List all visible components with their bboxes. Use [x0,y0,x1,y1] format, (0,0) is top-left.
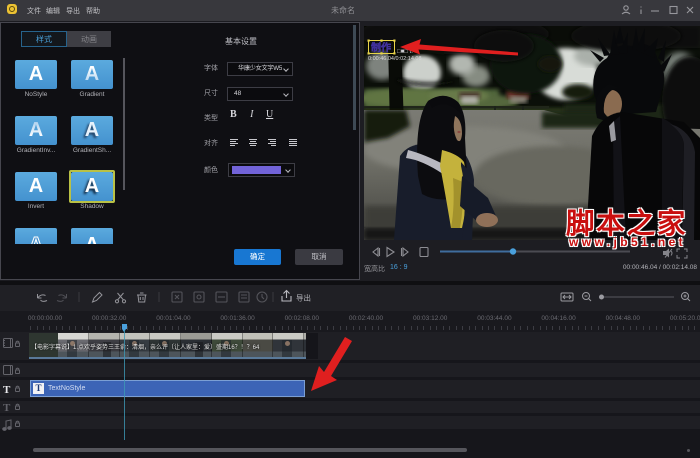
svg-text:T: T [3,402,11,414]
svg-text:0:00:46.04/0:02:14.08: 0:00:46.04/0:02:14.08 [368,56,422,62]
svg-text:制作: 制作 [371,41,391,54]
svg-text:T: T [3,384,11,396]
svg-text:导出: 导出 [296,293,311,303]
